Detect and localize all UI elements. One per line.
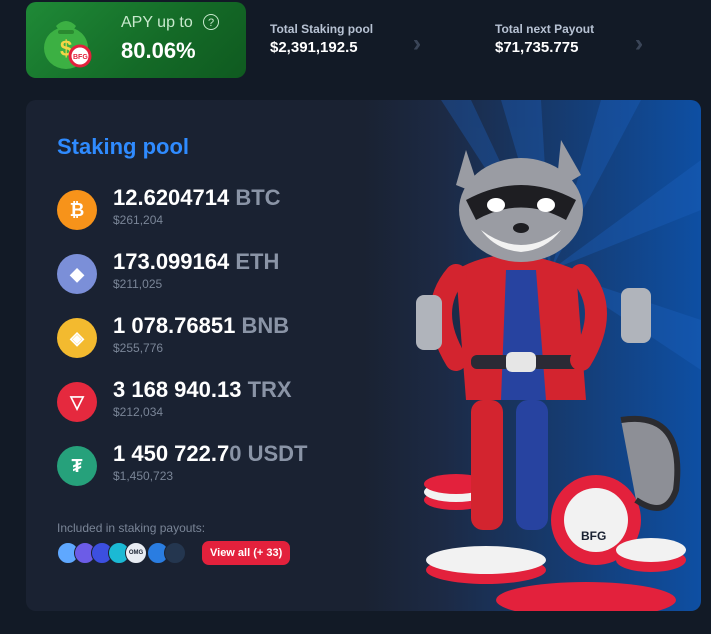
coin-amount-value: 1 078.76851 [113, 313, 236, 338]
staking-pool-card: Staking pool ₿ 12.6204714 BTC $261,204 ◆… [26, 100, 701, 611]
coin-usd-value: $255,776 [113, 341, 164, 355]
token-icon [164, 542, 186, 564]
money-bag-icon: $ BFG [44, 21, 92, 69]
coin-amount-value: 12.6204714 [113, 185, 230, 210]
coin-amount: 12.6204714 BTC [113, 185, 281, 211]
bfg-chip-label: BFG [73, 54, 88, 61]
coin-ticker: BTC [235, 185, 281, 210]
coin-usd-value: $211,025 [113, 277, 163, 291]
total-staking-pool-stat: Total Staking pool $2,391,192.5 [270, 22, 373, 56]
bnb-icon: ◈ [57, 318, 97, 358]
token-icons-group: OMG [57, 542, 197, 566]
coin-usd-value: $1,450,723 [113, 469, 174, 483]
omg-token-icon: OMG [125, 542, 147, 564]
view-all-button[interactable]: View all (+ 33) [202, 541, 291, 565]
tron-icon: ▽ [57, 382, 97, 422]
coin-amount: 1 450 722.70 USDT [113, 441, 308, 467]
top-stats-bar: $ BFG APY up to ? 80.06% Total Staking p… [0, 0, 711, 90]
stat-label: Total Staking pool [270, 22, 374, 36]
coin-ticker: BNB [241, 313, 290, 338]
tether-icon: ₮ [57, 446, 97, 486]
coin-usd-value: $212,034 [113, 405, 164, 419]
apy-label: APY up to [121, 14, 193, 31]
coin-ticker: ETH [235, 249, 280, 274]
stat-value: $2,391,192.5 [270, 39, 358, 56]
apy-banner: $ BFG APY up to ? 80.06% [26, 2, 246, 78]
total-next-payout-stat: Total next Payout $71,735.775 [495, 22, 594, 56]
staking-pool-title: Staking pool [57, 134, 189, 159]
raccoon-mascot-illustration: BFG [416, 140, 686, 611]
coin-amount-value: 3 168 940.13 [113, 377, 242, 402]
coin-ticker: TRX [247, 377, 292, 402]
stat-label: Total next Payout [495, 22, 595, 36]
included-payouts-label: Included in staking payouts: [57, 521, 206, 535]
coin-amount-tail: 0 [229, 441, 242, 466]
coin-amount: 1 078.76851 BNB [113, 313, 289, 339]
apy-value: 80.06% [121, 38, 196, 63]
coin-usd-value: $261,204 [113, 213, 164, 227]
coin-amount-value: 173.099164 [113, 249, 230, 274]
coin-amount: 3 168 940.13 TRX [113, 377, 292, 403]
bitcoin-icon: ₿ [57, 190, 97, 230]
bfg-chip-label: BFG [581, 529, 606, 543]
ethereum-icon: ◆ [57, 254, 97, 294]
stat-value: $71,735.775 [495, 39, 579, 56]
coin-ticker: USDT [247, 441, 308, 466]
help-icon[interactable]: ? [203, 14, 219, 30]
coin-amount: 173.099164 ETH [113, 249, 279, 275]
coin-amount-value: 1 450 722.7 [113, 441, 230, 466]
